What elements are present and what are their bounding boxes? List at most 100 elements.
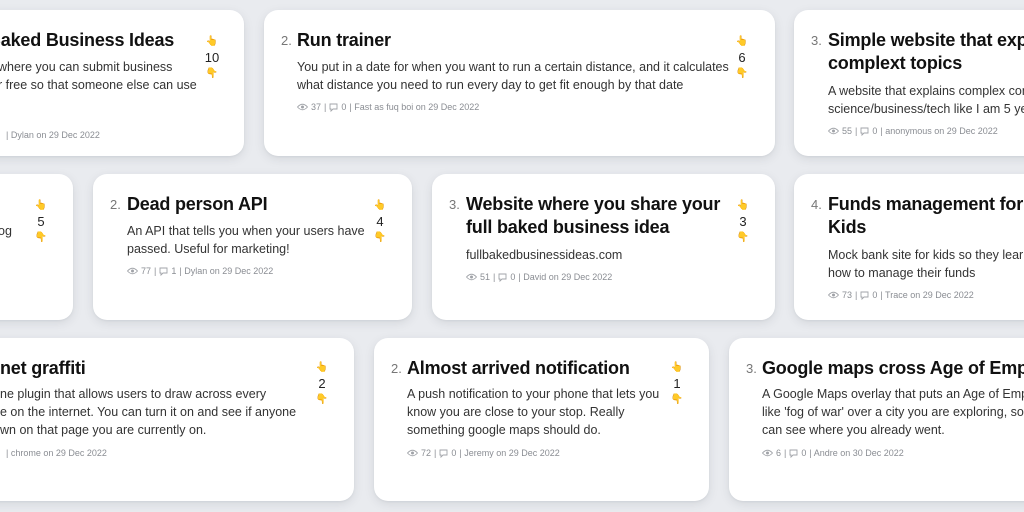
idea-title[interactable]: Baked Business Ideas <box>0 29 174 52</box>
description-line: A push notification to your phone that l… <box>407 387 660 401</box>
idea-card[interactable]: 3. Google maps cross Age of Empire A Goo… <box>729 338 1024 501</box>
downvote-icon[interactable]: 👇 <box>732 232 754 244</box>
eye-icon <box>828 291 839 299</box>
upvote-icon[interactable]: 👆 <box>30 200 52 212</box>
upvote-icon[interactable]: 👆 <box>369 200 391 212</box>
byline: | Jeremy on 29 Dec 2022 <box>459 448 560 458</box>
view-count: 37 <box>311 102 322 112</box>
comment-count: 0 <box>872 290 878 300</box>
title-line: Kids <box>828 217 867 237</box>
idea-card[interactable]: Baked Business Ideas where you can submi… <box>0 10 244 156</box>
byline: | Andre on 30 Dec 2022 <box>809 448 904 458</box>
comment-icon <box>498 273 507 282</box>
eye-icon <box>828 127 839 135</box>
idea-card[interactable]: 4. Funds management for Kids Mock bank s… <box>794 174 1024 320</box>
idea-title[interactable]: net graffiti <box>0 357 86 380</box>
idea-card[interactable]: 2. Almost arrived notification A push no… <box>374 338 709 501</box>
eye-icon <box>466 273 477 281</box>
downvote-icon[interactable]: 👇 <box>666 394 688 406</box>
vote-widget: 👆 4 👇 <box>369 200 391 244</box>
eye-icon <box>297 103 308 111</box>
idea-description: A website that explains complex conc sci… <box>828 82 1024 118</box>
view-count: 73 <box>842 290 853 300</box>
title-line: Simple website that expla <box>828 30 1024 50</box>
comment-count: 1 <box>171 266 177 276</box>
comment-count: 0 <box>341 102 347 112</box>
idea-title[interactable]: Dead person API <box>127 193 268 216</box>
idea-rank: 3. <box>746 361 757 376</box>
title-line: complext topics <box>828 53 963 73</box>
idea-description: An API that tells you when your users ha… <box>127 222 367 258</box>
idea-meta: 72 | 0 | Jeremy on 29 Dec 2022 <box>407 448 560 458</box>
idea-card[interactable]: 3. Website where you share your full bak… <box>432 174 775 320</box>
upvote-icon[interactable]: 👆 <box>311 362 333 374</box>
byline: | David on 29 Dec 2022 <box>518 272 613 282</box>
byline: | Fast as fuq boi on 29 Dec 2022 <box>349 102 480 112</box>
idea-title[interactable]: Almost arrived notification <box>407 357 630 380</box>
comment-icon <box>860 127 869 136</box>
upvote-icon[interactable]: 👆 <box>732 200 754 212</box>
vote-count: 1 <box>673 376 681 391</box>
idea-description: fullbakedbusinessideas.com <box>466 246 706 264</box>
byline: | Dylan on 29 Dec 2022 <box>6 130 100 140</box>
description-line: something google maps should do. <box>407 423 601 437</box>
idea-meta: | chrome on 29 Dec 2022 <box>6 448 107 458</box>
idea-title[interactable]: Funds management for Kids <box>828 193 1024 239</box>
downvote-icon[interactable]: 👇 <box>311 394 333 406</box>
view-count: 51 <box>480 272 491 282</box>
description-line: A website that explains complex conc <box>828 84 1024 98</box>
description-line: how to manage their funds <box>828 266 976 280</box>
idea-title[interactable]: Google maps cross Age of Empire <box>762 357 1024 380</box>
idea-rank: 2. <box>110 197 121 212</box>
idea-title[interactable]: Website where you share your full baked … <box>466 193 726 239</box>
downvote-icon[interactable]: 👇 <box>201 68 223 80</box>
vote-widget: 👆 5 👇 <box>30 200 52 244</box>
view-count: 55 <box>842 126 853 136</box>
vote-count: 5 <box>37 214 45 229</box>
comment-icon <box>329 103 338 112</box>
title-line: Funds management for <box>828 194 1024 214</box>
idea-description: ne plugin that allows users to draw acro… <box>0 385 330 439</box>
idea-card[interactable]: 2. Run trainer You put in a date for whe… <box>264 10 775 156</box>
downvote-icon[interactable]: 👇 <box>731 68 753 80</box>
idea-rank: 2. <box>391 361 402 376</box>
vote-widget: 👆 6 👇 <box>731 36 753 80</box>
description-line: where you can submit business <box>0 60 173 74</box>
idea-title[interactable]: Run trainer <box>297 29 391 52</box>
vote-count: 2 <box>318 376 326 391</box>
idea-meta: 51 | 0 | David on 29 Dec 2022 <box>466 272 612 282</box>
idea-title[interactable]: Simple website that expla complext topic… <box>828 29 1024 75</box>
eye-icon <box>407 449 418 457</box>
idea-description: Mock bank site for kids so they learn ho… <box>828 246 1024 282</box>
comment-count: 0 <box>801 448 807 458</box>
view-count: 72 <box>421 448 432 458</box>
description-line: Mock bank site for kids so they learn <box>828 248 1024 262</box>
idea-rank: 2. <box>281 33 292 48</box>
comment-icon <box>159 267 168 276</box>
idea-description: A push notification to your phone that l… <box>407 385 667 439</box>
description-line: fullbakedbusinessideas.com <box>466 248 623 262</box>
description-line: An API that tells you when your users ha… <box>127 224 365 238</box>
description-line: like 'fog of war' over a city you are ex… <box>762 405 1024 419</box>
upvote-icon[interactable]: 👆 <box>201 36 223 48</box>
description-line: science/business/tech like I am 5 yea <box>828 102 1024 116</box>
idea-card[interactable]: 3. Simple website that expla complext to… <box>794 10 1024 156</box>
upvote-icon[interactable]: 👆 <box>731 36 753 48</box>
idea-description: You put in a date for when you want to r… <box>297 58 737 94</box>
comment-icon <box>789 449 798 458</box>
downvote-icon[interactable]: 👇 <box>30 232 52 244</box>
comment-icon <box>860 291 869 300</box>
idea-card[interactable]: 2. Dead person API An API that tells you… <box>93 174 412 320</box>
vote-widget: 👆 1 👇 <box>666 362 688 406</box>
description-line: e on the internet. You can turn it on an… <box>0 405 297 419</box>
idea-meta: 37 | 0 | Fast as fuq boi on 29 Dec 2022 <box>297 102 479 112</box>
comment-icon <box>439 449 448 458</box>
title-line: full baked business idea <box>466 217 670 237</box>
idea-meta: 6 | 0 | Andre on 30 Dec 2022 <box>762 448 904 458</box>
idea-card[interactable]: net graffiti ne plugin that allows users… <box>0 338 354 501</box>
idea-card[interactable]: og 👆 5 👇 <box>0 174 73 320</box>
vote-widget: 👆 3 👇 <box>732 200 754 244</box>
upvote-icon[interactable]: 👆 <box>666 362 688 374</box>
downvote-icon[interactable]: 👇 <box>369 232 391 244</box>
idea-meta: 55 | 0 | anonymous on 29 Dec 2022 <box>828 126 998 136</box>
